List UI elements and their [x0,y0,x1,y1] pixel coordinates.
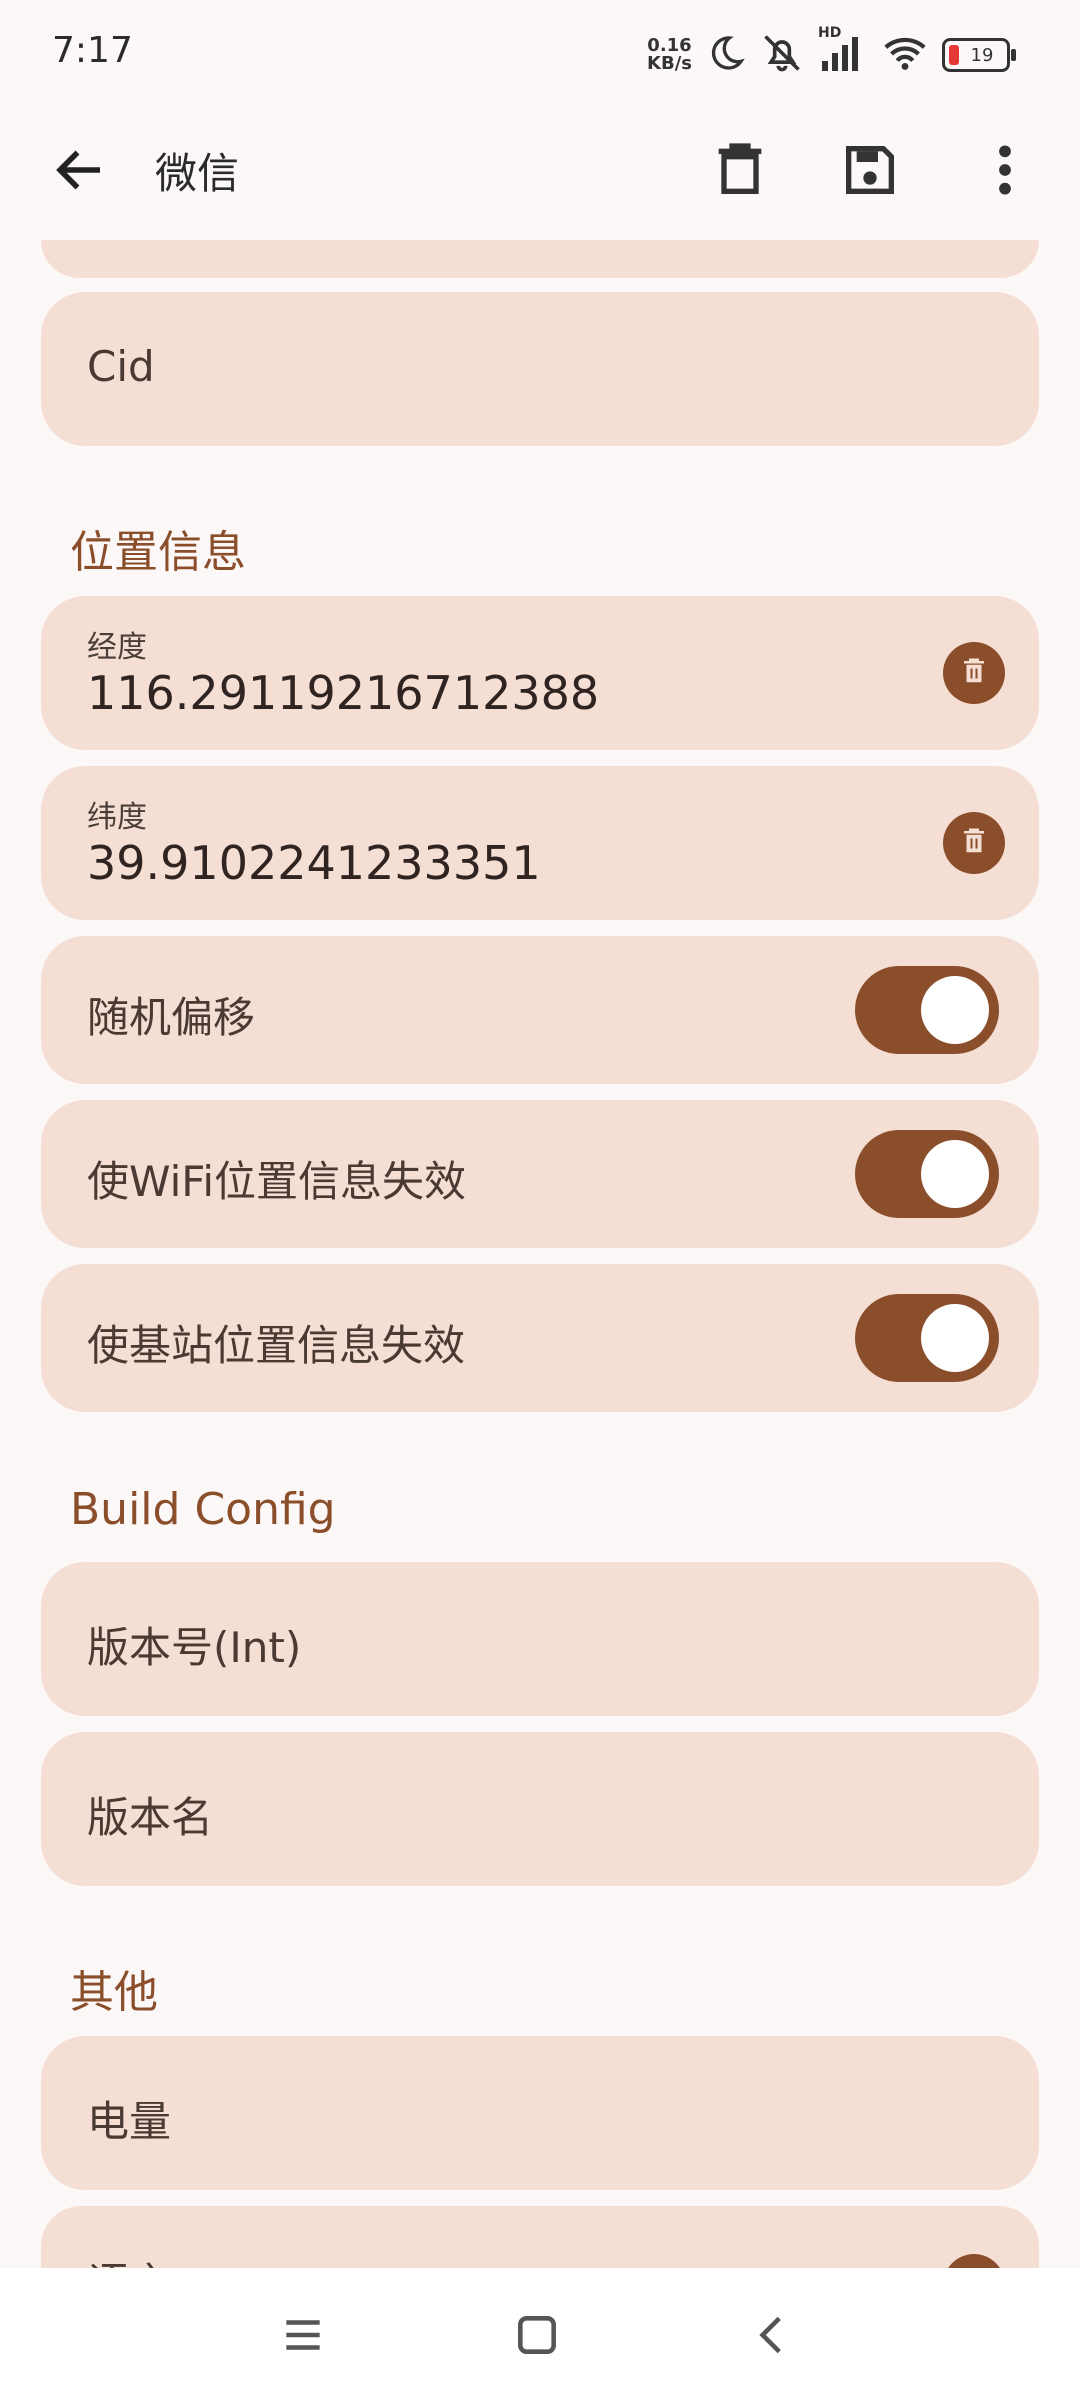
disable-cell-location-label: 使基站位置信息失效 [87,1321,466,1370]
clear-latitude-button[interactable] [943,812,1005,874]
version-name-label: 版本名 [87,1793,214,1842]
network-speed-unit: KB/s [647,53,692,74]
latitude-value: 39.9102241233351 [87,836,541,890]
battery-level: 19 [970,44,994,66]
network-speed: 0.16 KB/s [647,37,692,73]
section-title-location: 位置信息 [70,527,246,578]
cid-field[interactable]: Cid [41,292,1039,446]
clear-partial-button[interactable] [943,2254,1005,2268]
back-nav-icon[interactable] [748,2310,798,2360]
random-offset-switch[interactable] [855,966,999,1054]
version-code-label: 版本号(Int) [87,1623,302,1672]
hd-badge: HD [818,25,842,41]
battery-field[interactable]: 电量 [41,2036,1039,2190]
clear-longitude-button[interactable] [943,642,1005,704]
longitude-label: 经度 [87,630,147,665]
version-code-field[interactable]: 版本号(Int) [41,1562,1039,1716]
random-offset-row[interactable]: 随机偏移 [41,936,1039,1084]
cid-label: Cid [87,342,155,391]
partial-bottom-label: 语言 [87,2250,171,2268]
trash-icon[interactable] [708,138,772,202]
partial-bottom-card[interactable]: 语言 [41,2206,1039,2268]
more-vert-icon[interactable] [985,138,1025,202]
battery-level-label: 电量 [87,2097,172,2146]
battery-icon: 19 [942,38,1016,72]
longitude-value: 116.29119216712388 [87,666,600,720]
disable-wifi-location-row[interactable]: 使WiFi位置信息失效 [41,1100,1039,1248]
disable-cell-location-switch[interactable] [855,1294,999,1382]
section-title-build-config: Build Config [70,1484,336,1535]
moon-icon [706,33,746,77]
disable-wifi-location-label: 使WiFi位置信息失效 [87,1157,467,1206]
save-icon[interactable] [838,138,902,202]
menu-nav-icon[interactable] [278,2310,328,2360]
cellular-signal-icon: HD [818,25,868,77]
wifi-icon [882,33,928,77]
random-offset-label: 随机偏移 [87,993,256,1042]
version-name-field[interactable]: 版本名 [41,1732,1039,1886]
disable-cell-location-row[interactable]: 使基站位置信息失效 [41,1264,1039,1412]
trash-icon [959,656,989,690]
back-arrow-icon[interactable] [50,140,110,200]
latitude-label: 纬度 [87,800,147,835]
trash-icon [959,826,989,860]
latitude-field[interactable]: 纬度 39.9102241233351 [41,766,1039,920]
status-icons: 0.16 KB/s HD 19 [647,25,1016,80]
page-title: 微信 [155,149,240,198]
home-nav-icon[interactable] [512,2310,562,2360]
disable-wifi-location-switch[interactable] [855,1130,999,1218]
bell-off-icon [760,31,804,79]
longitude-field[interactable]: 经度 116.29119216712388 [41,596,1039,750]
partial-field-card[interactable] [41,240,1039,278]
status-time: 7:17 [52,30,133,71]
section-title-other: 其他 [70,1967,158,2018]
